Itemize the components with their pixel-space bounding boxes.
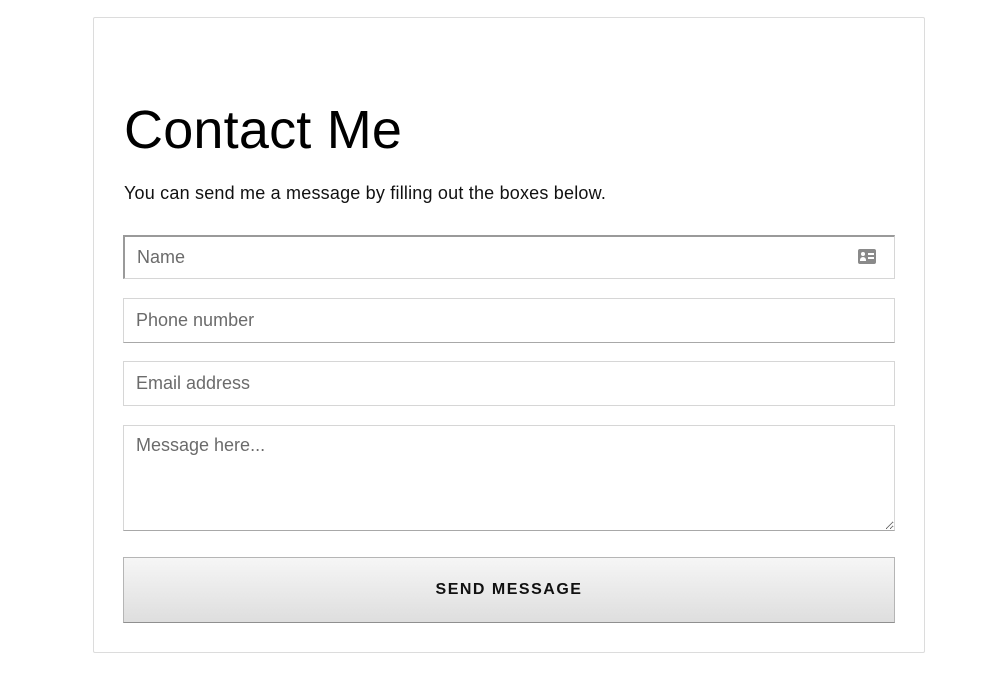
form-description: You can send me a message by filling out… bbox=[124, 183, 607, 203]
email-input[interactable] bbox=[123, 361, 895, 406]
page-title: Contact Me bbox=[124, 100, 403, 160]
message-textarea[interactable] bbox=[123, 425, 895, 531]
send-message-button[interactable]: SEND MESSAGE bbox=[123, 557, 895, 623]
contact-form-card: Contact Me You can send me a message by … bbox=[93, 17, 925, 653]
name-input[interactable] bbox=[123, 235, 895, 279]
contact-card-icon bbox=[858, 249, 876, 264]
phone-input[interactable] bbox=[123, 298, 895, 343]
